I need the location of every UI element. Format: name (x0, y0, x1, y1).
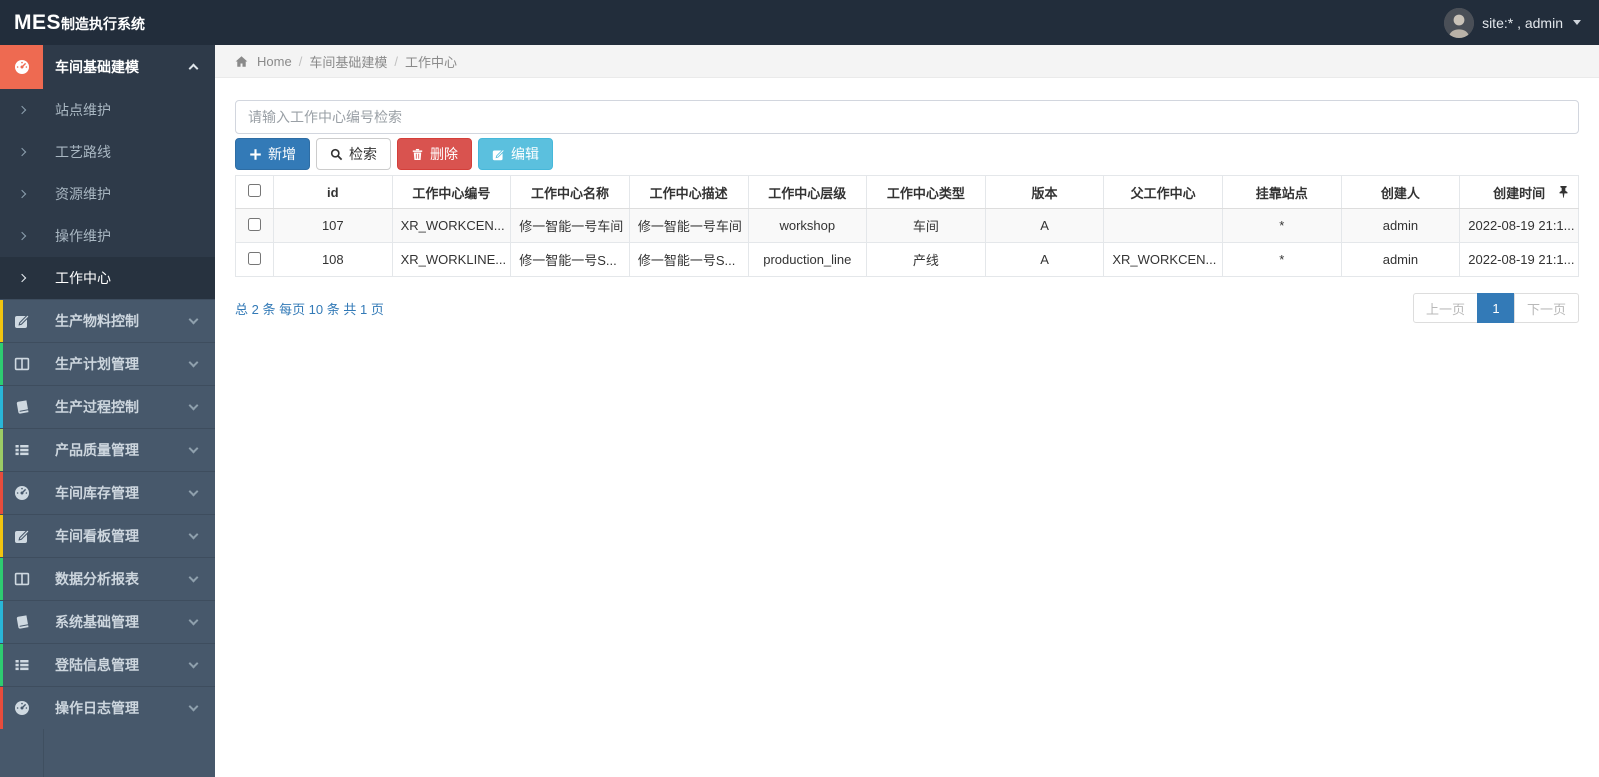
add-button[interactable]: 新增 (235, 138, 310, 170)
dashboard-icon (14, 59, 30, 75)
pin-icon[interactable] (1558, 186, 1569, 199)
chevron-right-icon (17, 105, 26, 115)
chevron-down-icon (188, 357, 199, 368)
chevron-down-icon (188, 701, 199, 712)
sidebar-item-workshop-basic-modeling[interactable]: 车间基础建模 (0, 45, 215, 89)
columns-icon (14, 571, 30, 587)
sidebar-item-operation-maintenance[interactable]: 操作维护 (0, 215, 215, 257)
delete-button[interactable]: 删除 (397, 138, 472, 170)
plus-icon (249, 148, 262, 161)
breadcrumb-current: 工作中心 (404, 54, 457, 70)
row-checkbox[interactable] (248, 217, 261, 231)
breadcrumb-section[interactable]: 车间基础建模 (309, 52, 387, 71)
edit-icon (492, 148, 505, 161)
dashboard-icon (14, 485, 30, 501)
top-bar: MES制造执行系统 site:* , admin (0, 0, 1599, 45)
sidebar-item-process-route[interactable]: 工艺路线 (0, 131, 215, 173)
app-logo: MES制造执行系统 (0, 11, 215, 35)
edit-button[interactable]: 编辑 (478, 138, 553, 170)
home-icon (235, 55, 248, 68)
sidebar-item-station-maintenance[interactable]: 站点维护 (0, 89, 215, 131)
chevron-down-icon (188, 400, 199, 411)
user-label: site:* , admin (1482, 14, 1563, 31)
breadcrumb-home[interactable]: Home (257, 54, 292, 69)
chevron-down-icon (188, 486, 199, 497)
chevron-down-icon (188, 572, 199, 583)
table-row[interactable]: 107 XR_WORKCEN... 修一智能一号车间 修一智能一号车间 work… (235, 208, 1579, 243)
col-creator: 创建人 (1340, 175, 1461, 209)
chevron-down-icon (188, 443, 199, 454)
select-all-checkbox[interactable] (248, 184, 261, 197)
col-created-time: 创建时间 (1459, 175, 1579, 209)
edit-icon (14, 528, 30, 544)
sidebar-item-data-analysis-report[interactable]: 数据分析报表 (0, 557, 215, 600)
chevron-right-icon (17, 147, 26, 157)
app-logo-primary: MES (14, 10, 62, 34)
page-1-button[interactable]: 1 (1476, 293, 1515, 323)
col-work-center-code: 工作中心编号 (391, 175, 512, 209)
chevron-down-icon (188, 658, 199, 669)
sidebar-item-production-plan-management[interactable]: 生产计划管理 (0, 342, 215, 385)
search-icon (330, 148, 343, 161)
col-id: id (273, 175, 393, 209)
list-icon (14, 657, 30, 673)
pagination: 上一页 1 下一页 (1412, 293, 1579, 323)
sidebar-item-production-material-control[interactable]: 生产物料控制 (0, 299, 215, 342)
col-work-center-level: 工作中心层级 (747, 175, 868, 209)
sidebar-item-login-info-management[interactable]: 登陆信息管理 (0, 643, 215, 686)
book-icon (14, 614, 30, 630)
user-menu[interactable]: site:* , admin (1444, 7, 1599, 38)
chevron-down-icon (1573, 20, 1581, 25)
sidebar-item-workshop-inventory-management[interactable]: 车间库存管理 (0, 471, 215, 514)
col-work-center-desc: 工作中心描述 (628, 175, 749, 209)
breadcrumb: Home / 车间基础建模 / 工作中心 (215, 45, 1599, 78)
work-center-table: id 工作中心编号 工作中心名称 工作中心描述 工作中心层级 工作中心类型 版本… (235, 175, 1579, 277)
chevron-right-icon (17, 231, 26, 241)
col-work-center-type: 工作中心类型 (866, 175, 986, 209)
search-input[interactable] (235, 100, 1579, 134)
sidebar-item-work-center[interactable]: 工作中心 (0, 257, 215, 299)
sidebar-item-resource-maintenance[interactable]: 资源维护 (0, 173, 215, 215)
pagination-summary: 总 2 条 每页 10 条 共 1 页 (235, 301, 384, 317)
columns-icon (14, 356, 30, 372)
sidebar-item-operation-log-management[interactable]: 操作日志管理 (0, 686, 215, 729)
chevron-right-icon (17, 189, 26, 199)
chevron-up-icon (188, 63, 199, 74)
toolbar: 新增 检索 删除 编辑 (235, 138, 1579, 170)
trash-icon (411, 148, 424, 161)
col-work-center-name: 工作中心名称 (510, 175, 630, 209)
book-icon (14, 399, 30, 415)
sidebar-item-product-quality-management[interactable]: 产品质量管理 (0, 428, 215, 471)
search-button[interactable]: 检索 (316, 138, 391, 170)
col-version: 版本 (984, 175, 1105, 209)
dashboard-icon (14, 700, 30, 716)
chevron-right-icon (17, 273, 26, 283)
col-attached-station: 挂靠站点 (1222, 175, 1342, 209)
table-header-row: id 工作中心编号 工作中心名称 工作中心描述 工作中心层级 工作中心类型 版本… (235, 175, 1579, 209)
list-icon (14, 442, 30, 458)
row-checkbox[interactable] (248, 251, 261, 265)
chevron-down-icon (188, 615, 199, 626)
col-parent-work-center: 父工作中心 (1103, 175, 1223, 209)
chevron-down-icon (188, 529, 199, 540)
edit-icon (14, 313, 30, 329)
table-row[interactable]: 108 XR_WORKLINE... 修一智能一号S... 修一智能一号S...… (235, 242, 1579, 277)
prev-page-button[interactable]: 上一页 (1412, 293, 1478, 323)
next-page-button[interactable]: 下一页 (1513, 293, 1579, 323)
sidebar-item-system-basic-management[interactable]: 系统基础管理 (0, 600, 215, 643)
chevron-down-icon (188, 314, 199, 325)
sidebar-item-workshop-board-management[interactable]: 车间看板管理 (0, 514, 215, 557)
app-logo-secondary: 制造执行系统 (61, 15, 146, 32)
avatar (1444, 7, 1475, 38)
sidebar-item-production-process-control[interactable]: 生产过程控制 (0, 385, 215, 428)
sidebar: 车间基础建模 站点维护 工艺路线 资源维护 操作维护 工作中心 生产物料控制 生… (0, 45, 215, 777)
